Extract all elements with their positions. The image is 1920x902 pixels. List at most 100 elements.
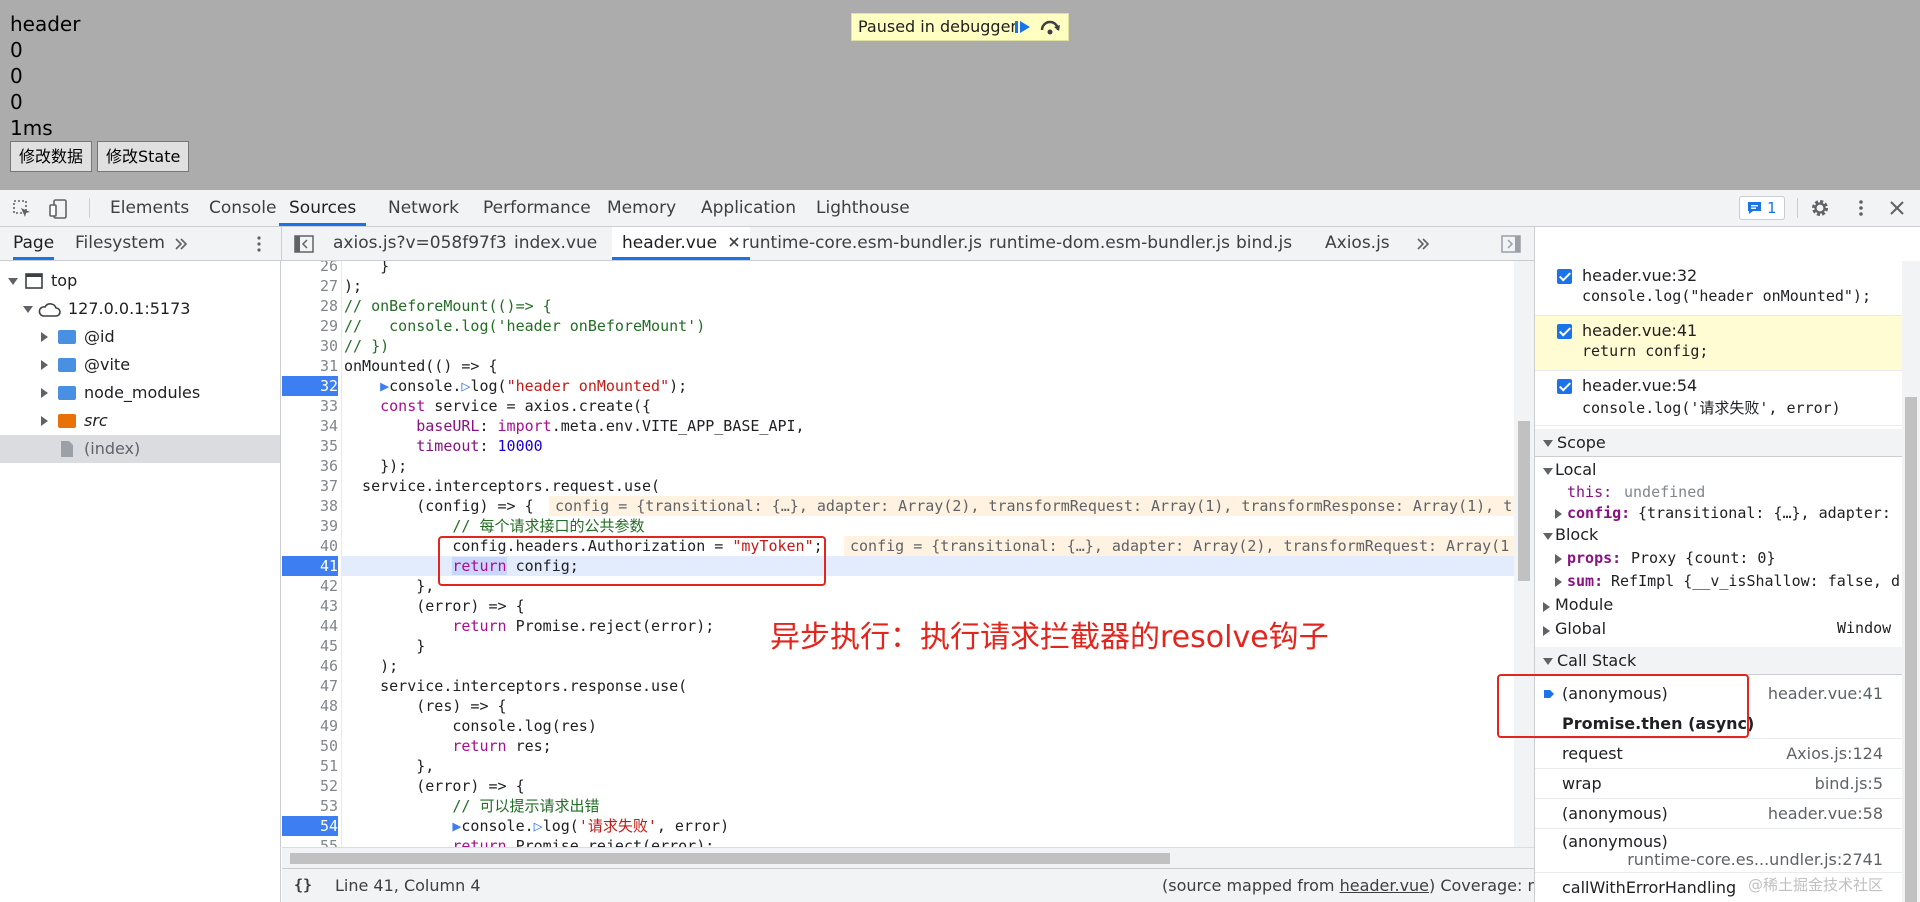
line-number[interactable]: 30 (282, 336, 338, 356)
line-number[interactable]: 40 (282, 536, 338, 556)
scope-section-header[interactable]: Scope (1535, 429, 1903, 457)
step-over-icon[interactable] (1039, 18, 1061, 36)
expand-icon[interactable] (23, 306, 33, 313)
tab-lighthouse[interactable]: Lighthouse (816, 190, 910, 226)
tab-filesystem[interactable]: Filesystem (75, 227, 165, 260)
expand-icon[interactable] (41, 360, 48, 370)
modify-state-button[interactable]: 修改State (97, 141, 190, 172)
file-tab-bind[interactable]: bind.js (1236, 227, 1292, 260)
file-tab-axios-core[interactable]: Axios.js (1325, 227, 1390, 260)
scrollbar-thumb[interactable] (1905, 397, 1917, 902)
line-number[interactable]: 37 (282, 476, 338, 496)
line-gutter[interactable]: 26 27 28 29 30 31 32 33 34 35 36 37 38 3… (282, 261, 342, 847)
close-tab-icon[interactable] (728, 236, 740, 248)
sidebar-vertical-scrollbar[interactable] (1902, 261, 1920, 902)
breakpoint-line-number[interactable]: 32 (282, 376, 338, 396)
scope-key[interactable]: props: (1567, 549, 1621, 567)
tree-item-src[interactable]: src (0, 407, 280, 435)
line-number[interactable]: 34 (282, 416, 338, 436)
call-stack-section-header[interactable]: Call Stack (1535, 647, 1903, 675)
tree-item-node-modules[interactable]: node_modules (0, 379, 280, 407)
line-number[interactable]: 33 (282, 396, 338, 416)
tab-sources[interactable]: Sources (279, 190, 367, 226)
line-number[interactable]: 49 (282, 716, 338, 736)
line-number[interactable]: 42 (282, 576, 338, 596)
collapse-icon[interactable] (1543, 468, 1553, 475)
expand-icon[interactable] (41, 416, 48, 426)
breakpoint-line-number[interactable]: 54 (282, 816, 338, 836)
tab-performance[interactable]: Performance (483, 190, 591, 226)
device-toolbar-icon[interactable] (48, 198, 70, 220)
breakpoint-item[interactable]: header.vue:54 console.log('请求失败', error) (1535, 371, 1903, 426)
expand-icon[interactable] (1543, 602, 1550, 612)
expand-icon[interactable] (1543, 626, 1550, 636)
source-map-link[interactable]: header.vue (1340, 876, 1429, 895)
line-number[interactable]: 55 (282, 836, 338, 847)
line-number[interactable]: 27 (282, 276, 338, 296)
editor-vertical-scrollbar[interactable] (1514, 261, 1534, 847)
line-number[interactable]: 44 (282, 616, 338, 636)
checkbox-icon[interactable] (1557, 324, 1572, 339)
scope-global[interactable]: Global (1555, 619, 1606, 638)
more-options-icon[interactable] (250, 235, 268, 253)
breakpoint-item[interactable]: header.vue:32 console.log("header onMoun… (1535, 261, 1903, 316)
gear-icon[interactable] (1810, 198, 1830, 218)
call-frame[interactable]: request Axios.js:124 (1535, 739, 1903, 769)
tab-network[interactable]: Network (388, 190, 459, 226)
expand-icon[interactable] (41, 388, 48, 398)
tab-memory[interactable]: Memory (607, 190, 676, 226)
breakpoint-line-number[interactable]: 41 (282, 556, 338, 576)
issues-badge[interactable]: 1 (1739, 196, 1785, 220)
line-number[interactable]: 35 (282, 436, 338, 456)
line-number[interactable]: 53 (282, 796, 338, 816)
file-tab-runtime-core[interactable]: runtime-core.esm-bundler.js (742, 227, 982, 260)
more-options-icon[interactable] (1851, 198, 1871, 218)
inspect-element-icon[interactable] (12, 199, 32, 219)
expand-icon[interactable] (1555, 554, 1562, 564)
tab-application[interactable]: Application (701, 190, 796, 226)
call-frame[interactable]: (anonymous) runtime-core.es...undler.js:… (1535, 829, 1903, 873)
scope-block[interactable]: Block (1555, 525, 1598, 544)
line-number[interactable]: 29 (282, 316, 338, 336)
more-tabs-icon[interactable] (1416, 237, 1430, 251)
line-number[interactable]: 43 (282, 596, 338, 616)
expand-icon[interactable] (1555, 509, 1562, 519)
line-number[interactable]: 39 (282, 516, 338, 536)
line-number[interactable]: 31 (282, 356, 338, 376)
tab-page[interactable]: Page (13, 227, 55, 260)
tab-console[interactable]: Console (209, 190, 277, 226)
file-tab-index-vue[interactable]: index.vue (514, 227, 597, 260)
tab-elements[interactable]: Elements (110, 190, 189, 226)
tree-item-index[interactable]: (index) (0, 435, 280, 463)
scope-key[interactable]: sum: (1567, 572, 1603, 590)
line-number[interactable]: 48 (282, 696, 338, 716)
checkbox-icon[interactable] (1557, 379, 1572, 394)
line-number[interactable]: 47 (282, 676, 338, 696)
scrollbar-thumb[interactable] (1518, 421, 1530, 581)
modify-data-button[interactable]: 修改数据 (10, 141, 93, 172)
expand-icon[interactable] (8, 278, 18, 285)
line-number[interactable]: 50 (282, 736, 338, 756)
line-number[interactable]: 46 (282, 656, 338, 676)
toggle-debugger-icon[interactable] (1501, 235, 1521, 253)
file-tab-header-vue[interactable]: header.vue (612, 227, 751, 260)
line-number[interactable]: 28 (282, 296, 338, 316)
resume-icon[interactable] (1012, 18, 1034, 36)
line-number[interactable]: 52 (282, 776, 338, 796)
scope-local[interactable]: Local (1555, 460, 1596, 479)
toggle-navigator-icon[interactable] (294, 235, 314, 253)
tree-item-id[interactable]: @id (0, 323, 280, 351)
collapse-icon[interactable] (1543, 533, 1553, 540)
line-number[interactable]: 45 (282, 636, 338, 656)
close-icon[interactable] (1888, 199, 1906, 217)
call-frame[interactable]: (anonymous) header.vue:58 (1535, 799, 1903, 829)
scope-module[interactable]: Module (1555, 595, 1613, 614)
scrollbar-thumb[interactable] (290, 853, 1170, 864)
pretty-print-button[interactable]: {} (294, 869, 312, 902)
file-tab-runtime-dom[interactable]: runtime-dom.esm-bundler.js (989, 227, 1230, 260)
line-number[interactable]: 38 (282, 496, 338, 516)
checkbox-icon[interactable] (1557, 269, 1572, 284)
breakpoint-item-active[interactable]: header.vue:41 return config; (1535, 316, 1903, 371)
line-number[interactable]: 51 (282, 756, 338, 776)
line-number[interactable]: 26 (282, 261, 338, 276)
